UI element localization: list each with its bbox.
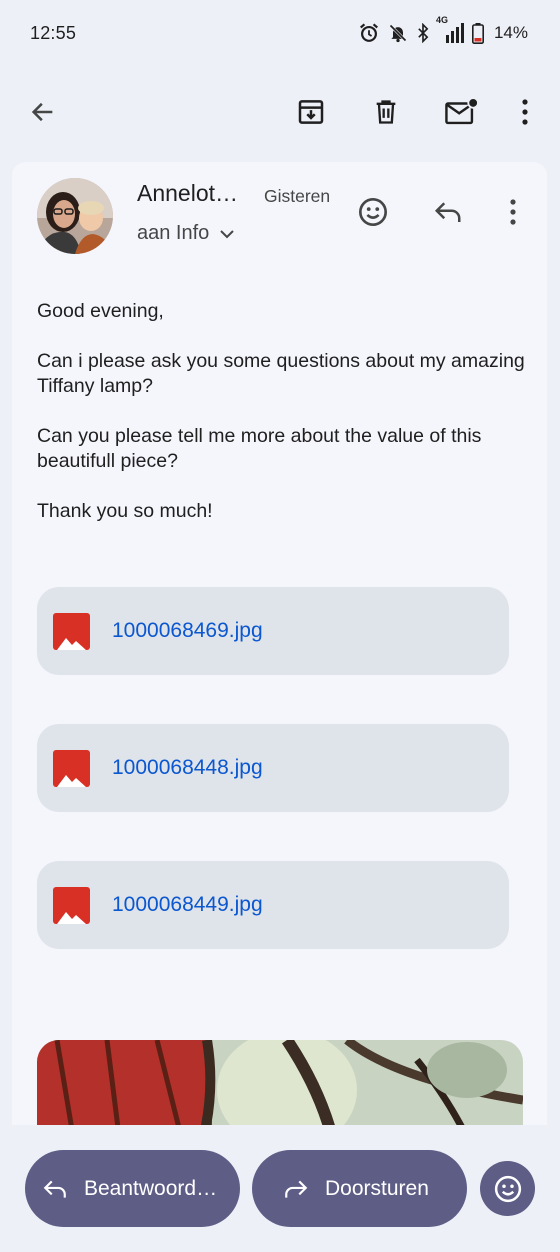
attachment-image-preview[interactable] [37,1040,523,1125]
recipient-details[interactable]: aan Info [137,222,235,245]
attachment-chip[interactable]: 1000068448.jpg [37,724,509,812]
bluetooth-icon [416,23,430,43]
forward-button[interactable]: Doorsturen [252,1150,467,1227]
body-greeting: Good evening, [37,300,164,322]
attachment-filename: 1000068448.jpg [112,756,263,779]
top-app-bar [0,72,560,152]
network-type: 4G [435,15,448,25]
silent-bell-icon [388,23,408,43]
body-paragraph: Can i please ask you some questions abou… [37,350,525,397]
email-body: Good evening, Can i please ask you some … [37,299,532,549]
attachment-chip[interactable]: 1000068469.jpg [37,587,509,675]
attachment-filename: 1000068449.jpg [112,893,263,916]
more-vert-icon[interactable] [505,92,545,132]
image-icon [53,886,90,924]
signal-icon: 4G [436,15,464,43]
attachment-chip[interactable]: 1000068449.jpg [37,861,509,949]
back-arrow-icon[interactable] [23,92,63,132]
add-reaction-icon[interactable] [353,192,393,232]
chevron-down-icon [219,222,235,245]
message-more-icon[interactable] [493,192,533,232]
body-closing: Thank you so much! [37,500,213,522]
mark-unread-icon[interactable] [441,92,481,132]
attachment-filename: 1000068469.jpg [112,619,263,642]
emoji-icon [493,1174,523,1204]
bottom-action-bar: Beantwoord… Doorsturen [0,1125,560,1252]
recipient-label: aan Info [137,222,210,244]
email-message: Annelot… Gisteren aan Info Good evening,… [12,162,547,1125]
sender-name[interactable]: Annelot… [137,180,238,207]
reply-label: Beantwoord… [84,1176,218,1200]
battery-icon [471,22,484,44]
email-date: Gisteren [264,186,331,206]
image-icon [53,749,90,787]
image-icon [53,612,90,650]
status-icons: 4G 14% [358,15,528,44]
alarm-icon [358,22,380,44]
archive-icon[interactable] [291,92,331,132]
status-bar: 12:55 4G 14% [0,0,560,66]
forward-icon [283,1178,309,1200]
delete-icon[interactable] [366,92,406,132]
body-paragraph: Can you please tell me more about the va… [37,425,482,472]
react-button[interactable] [480,1161,535,1216]
reply-button[interactable]: Beantwoord… [25,1150,240,1227]
forward-label: Doorsturen [325,1176,429,1200]
reply-icon[interactable] [428,192,468,232]
battery-percentage: 14% [493,23,528,42]
avatar[interactable] [37,178,113,254]
reply-icon [42,1178,68,1200]
status-time: 12:55 [30,22,77,43]
